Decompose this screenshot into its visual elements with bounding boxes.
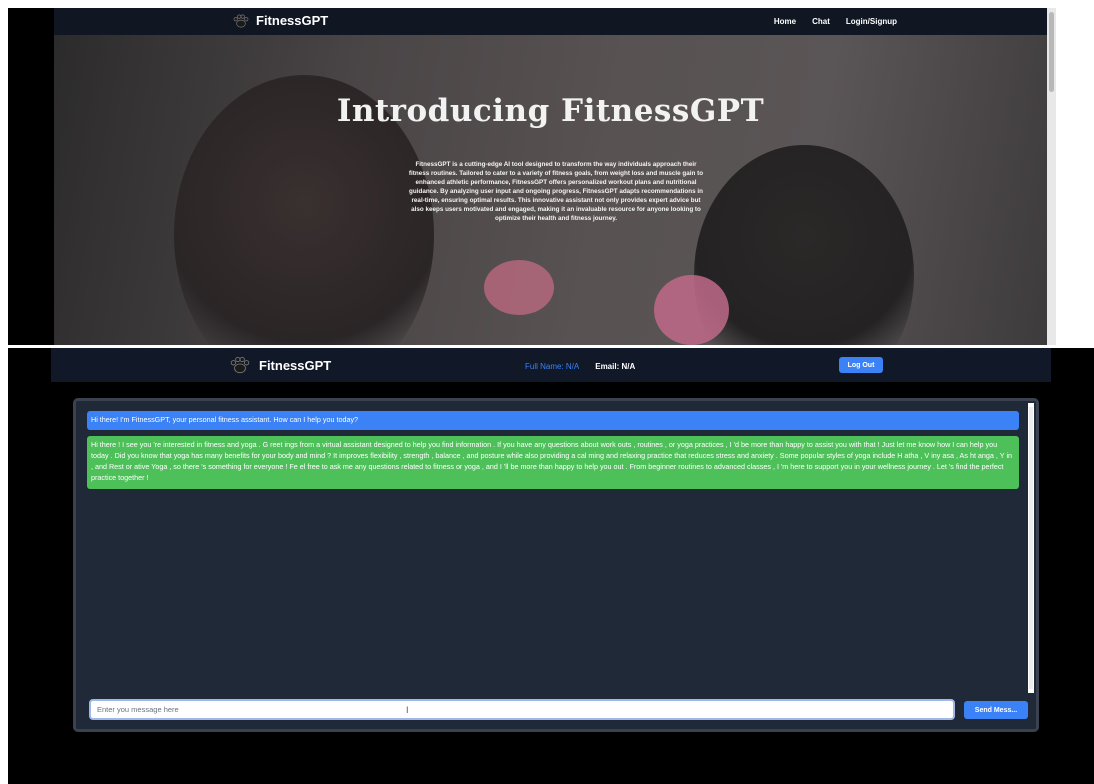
hero-description: FitnessGPT is a cutting-edge AI tool des… [408,161,704,222]
nav-home-link[interactable]: Home [774,17,796,26]
brand-logo-link[interactable]: FitnessGPT [232,13,328,28]
nav-chat-link[interactable]: Chat [812,17,830,26]
message-input[interactable] [89,699,955,720]
brand-name: FitnessGPT [259,357,332,373]
text-cursor-icon: I [406,705,409,715]
chat-navbar: FitnessGPT Full Name: N/A Email: N/A Log… [51,348,1051,382]
chat-page-screenshot: FitnessGPT Full Name: N/A Email: N/A Log… [8,348,1094,784]
chat-panel: Hi there! I'm FitnessGPT, your personal … [73,398,1039,732]
chat-scrollbar-thumb[interactable] [1029,407,1033,689]
hero-title: Introducing FitnessGPT [336,93,765,129]
paw-logo-icon [233,14,249,27]
hero-photo-glove-left [484,260,554,315]
chat-message-greeting: Hi there! I'm FitnessGPT, your personal … [87,411,1019,430]
logout-button[interactable]: Log Out [839,357,883,373]
email-label: Email: N/A [595,362,636,371]
hero-photo-glove-right [654,275,729,345]
brand-name: FitnessGPT [256,13,329,28]
user-info: Full Name: N/A Email: N/A [525,362,635,371]
full-name-label: Full Name: N/A [525,362,580,371]
hero-section: Introducing FitnessGPT FitnessGPT is a c… [54,35,1047,345]
chat-message-reply: Hi there ! I see you 're interested in f… [87,436,1019,489]
nav-login-link[interactable]: Login/Signup [846,17,897,26]
paw-logo-icon [230,356,250,374]
landing-scrollbar[interactable] [1047,8,1056,345]
landing-scrollbar-thumb[interactable] [1049,12,1054,92]
landing-page-screenshot: FitnessGPT Home Chat Login/Signup Introd… [8,8,1056,345]
chat-scrollbar[interactable] [1028,403,1034,693]
brand-logo-link[interactable]: FitnessGPT [229,356,331,374]
nav-links: Home Chat Login/Signup [774,17,897,26]
send-message-button[interactable]: Send Mess... [964,701,1028,719]
landing-navbar: FitnessGPT Home Chat Login/Signup [54,8,1047,35]
